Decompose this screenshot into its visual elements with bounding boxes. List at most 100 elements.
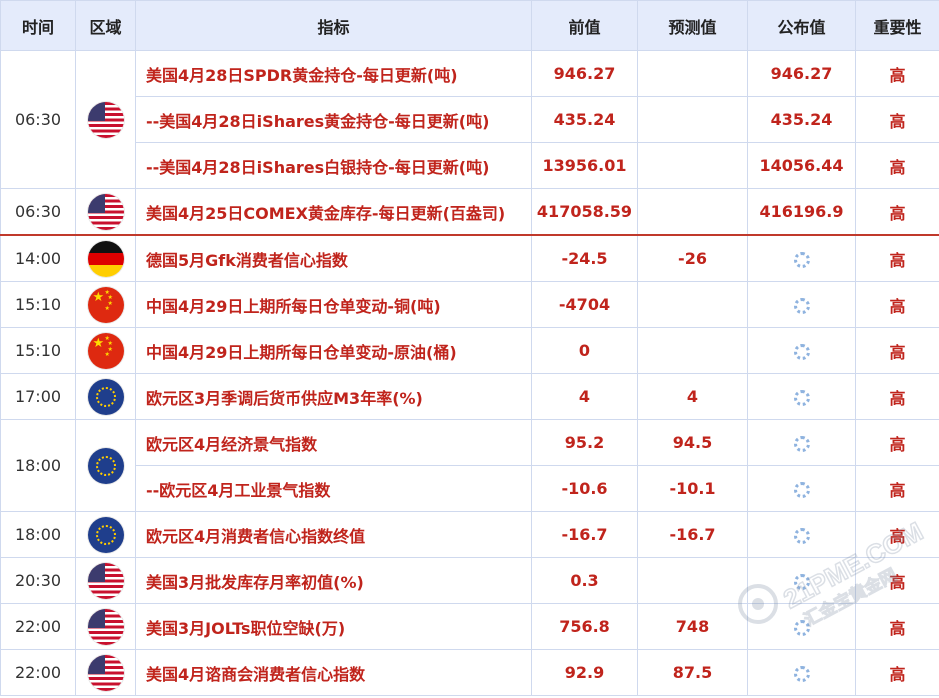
time-cell: 22:00 bbox=[0, 649, 76, 696]
us-flag-icon bbox=[87, 608, 124, 645]
forecast-cell bbox=[637, 327, 748, 374]
forecast-cell bbox=[637, 50, 748, 97]
previous-cell: 435.24 bbox=[531, 96, 638, 143]
time-cell: 15:10 bbox=[0, 281, 76, 328]
header-indicator: 指标 bbox=[135, 0, 532, 51]
region-cell: ★ ★ ★ ★ ★ bbox=[75, 327, 136, 374]
loading-icon bbox=[793, 343, 810, 360]
china-flag-icon: ★ ★ ★ ★ ★ bbox=[87, 286, 124, 323]
forecast-cell: 94.5 bbox=[637, 419, 748, 466]
previous-cell: 0 bbox=[531, 327, 638, 374]
table-row: 18:00 欧元区4月消费者信心指数终值 -16.7 -16.7 高 bbox=[0, 511, 939, 558]
indicator-link[interactable]: 美国3月JOLTs职位空缺(万) bbox=[135, 603, 532, 650]
previous-cell: 13956.01 bbox=[531, 142, 638, 189]
header-forecast: 预测值 bbox=[637, 0, 748, 51]
actual-cell: 416196.9 bbox=[747, 188, 856, 236]
loading-icon bbox=[793, 619, 810, 636]
indicator-link[interactable]: 美国3月批发库存月率初值(%) bbox=[135, 557, 532, 604]
forecast-cell bbox=[637, 96, 748, 143]
eu-flag-icon bbox=[87, 516, 124, 553]
time-cell: 06:30 bbox=[0, 188, 76, 236]
indicator-link[interactable]: --欧元区4月工业景气指数 bbox=[135, 465, 532, 512]
loading-icon bbox=[793, 481, 810, 498]
indicator-link[interactable]: 德国5月Gfk消费者信心指数 bbox=[135, 234, 532, 282]
forecast-cell bbox=[637, 142, 748, 189]
importance-cell: 高 bbox=[855, 96, 939, 143]
loading-icon bbox=[793, 389, 810, 406]
importance-cell: 高 bbox=[855, 603, 939, 650]
importance-cell: 高 bbox=[855, 649, 939, 696]
header-time: 时间 bbox=[0, 0, 76, 51]
indicator-link[interactable]: 欧元区3月季调后货币供应M3年率(%) bbox=[135, 373, 532, 420]
indicator-link[interactable]: 美国4月谘商会消费者信心指数 bbox=[135, 649, 532, 696]
time-cell: 06:30 bbox=[0, 50, 76, 189]
indicator-link[interactable]: 欧元区4月经济景气指数 bbox=[135, 419, 532, 466]
actual-cell bbox=[747, 465, 856, 512]
eu-flag-icon bbox=[87, 447, 124, 484]
forecast-cell: -26 bbox=[637, 234, 748, 282]
previous-cell: 0.3 bbox=[531, 557, 638, 604]
previous-cell: 756.8 bbox=[531, 603, 638, 650]
actual-cell bbox=[747, 281, 856, 328]
actual-cell: 435.24 bbox=[747, 96, 856, 143]
previous-cell: 95.2 bbox=[531, 419, 638, 466]
region-cell bbox=[75, 511, 136, 558]
previous-cell: -10.6 bbox=[531, 465, 638, 512]
table-row: --美国4月28日iShares黄金持仓-每日更新(吨) 435.24 435.… bbox=[1, 96, 939, 143]
indicator-link[interactable]: 欧元区4月消费者信心指数终值 bbox=[135, 511, 532, 558]
table-row: 17:00 欧元区3月季调后货币供应M3年率(%) 4 4 高 bbox=[0, 373, 939, 420]
previous-cell: 92.9 bbox=[531, 649, 638, 696]
actual-cell: 14056.44 bbox=[747, 142, 856, 189]
actual-cell bbox=[747, 234, 856, 282]
forecast-cell: -10.1 bbox=[637, 465, 748, 512]
table-row: 20:30 美国3月批发库存月率初值(%) 0.3 高 bbox=[0, 557, 939, 604]
us-flag-icon bbox=[87, 562, 124, 599]
importance-cell: 高 bbox=[855, 188, 939, 236]
actual-cell bbox=[747, 649, 856, 696]
importance-cell: 高 bbox=[855, 373, 939, 420]
time-cell: 18:00 bbox=[0, 419, 76, 512]
previous-cell: 4 bbox=[531, 373, 638, 420]
loading-icon bbox=[793, 251, 810, 268]
forecast-cell: 4 bbox=[637, 373, 748, 420]
actual-cell bbox=[747, 511, 856, 558]
importance-cell: 高 bbox=[855, 142, 939, 189]
region-cell bbox=[75, 557, 136, 604]
actual-cell bbox=[747, 603, 856, 650]
time-cell: 15:10 bbox=[0, 327, 76, 374]
table-row: 22:00 美国3月JOLTs职位空缺(万) 756.8 748 高 bbox=[0, 603, 939, 650]
actual-cell bbox=[747, 327, 856, 374]
importance-cell: 高 bbox=[855, 281, 939, 328]
header-importance: 重要性 bbox=[855, 0, 939, 51]
importance-cell: 高 bbox=[855, 419, 939, 466]
table-row: 15:10 ★ ★ ★ ★ ★ 中国4月29日上期所每日仓单变动-铜(吨) -4704 … bbox=[0, 281, 939, 328]
table-row: 06:30 美国4月28日SPDR黄金持仓-每日更新(吨) 946.27 946… bbox=[0, 50, 939, 189]
table-row: 18:00 欧元区4月经济景气指数 95.2 94.5 高 bbox=[0, 419, 939, 512]
indicator-link[interactable]: --美国4月28日iShares黄金持仓-每日更新(吨) bbox=[135, 96, 532, 143]
table-row: 06:30 美国4月25日COMEX黄金库存-每日更新(百盎司) 417058.… bbox=[0, 188, 939, 236]
importance-cell: 高 bbox=[855, 234, 939, 282]
importance-cell: 高 bbox=[855, 465, 939, 512]
economic-calendar-table: 时间 区域 指标 前值 预测值 公布值 重要性 06:30 美国4月28日SPD… bbox=[0, 0, 939, 696]
previous-cell: 946.27 bbox=[531, 50, 638, 97]
time-cell: 20:30 bbox=[0, 557, 76, 604]
region-cell bbox=[75, 603, 136, 650]
loading-icon bbox=[793, 665, 810, 682]
previous-cell: -4704 bbox=[531, 281, 638, 328]
indicator-link[interactable]: 中国4月29日上期所每日仓单变动-原油(桶) bbox=[135, 327, 532, 374]
forecast-cell: 87.5 bbox=[637, 649, 748, 696]
region-cell bbox=[75, 649, 136, 696]
actual-cell: 946.27 bbox=[747, 50, 856, 97]
indicator-link[interactable]: 美国4月28日SPDR黄金持仓-每日更新(吨) bbox=[135, 50, 532, 97]
eu-flag-icon bbox=[87, 378, 124, 415]
table-row: 14:00 德国5月Gfk消费者信心指数 -24.5 -26 高 bbox=[0, 234, 939, 282]
region-cell bbox=[75, 50, 136, 189]
region-cell bbox=[75, 373, 136, 420]
table-row: --欧元区4月工业景气指数 -10.6 -10.1 高 bbox=[1, 465, 939, 512]
forecast-cell: -16.7 bbox=[637, 511, 748, 558]
indicator-link[interactable]: --美国4月28日iShares白银持仓-每日更新(吨) bbox=[135, 142, 532, 189]
indicator-link[interactable]: 中国4月29日上期所每日仓单变动-铜(吨) bbox=[135, 281, 532, 328]
importance-cell: 高 bbox=[855, 327, 939, 374]
indicator-link[interactable]: 美国4月25日COMEX黄金库存-每日更新(百盎司) bbox=[135, 188, 532, 236]
china-flag-icon: ★ ★ ★ ★ ★ bbox=[87, 332, 124, 369]
